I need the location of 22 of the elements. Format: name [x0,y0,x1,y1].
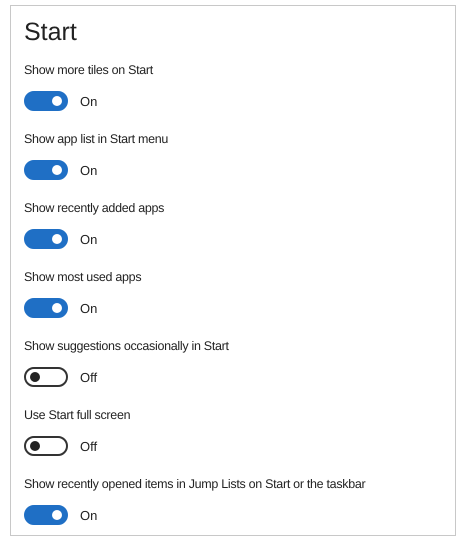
setting-label: Show app list in Start menu [24,131,170,147]
setting-label: Use Start full screen [24,407,132,423]
toggle-state: On [80,300,98,316]
toggle-state: Off [80,370,98,384]
toggle-state: On [80,508,98,522]
toggle-switch[interactable] [24,160,68,180]
toggle-switch[interactable] [24,436,68,456]
page-title: Start [24,17,78,48]
setting-label: Show recently added apps [24,200,166,216]
toggle-switch[interactable] [24,298,68,318]
setting-label: Show suggestions occasionally in Start [24,338,230,354]
toggle-switch[interactable] [24,367,68,387]
toggle-state: On [80,162,98,178]
toggle-switch[interactable] [24,505,68,525]
setting-label: Show recently opened items in Jump Lists on Start or the taskbar [24,476,366,492]
toggle-state: On [80,94,98,108]
setting-label: Show more tiles on Start [24,62,154,78]
toggle-state: On [80,232,98,246]
toggle-state: Off [80,438,98,454]
toggle-switch[interactable] [24,229,68,249]
setting-label: Show most used apps [24,269,142,285]
toggle-switch[interactable] [24,91,68,111]
